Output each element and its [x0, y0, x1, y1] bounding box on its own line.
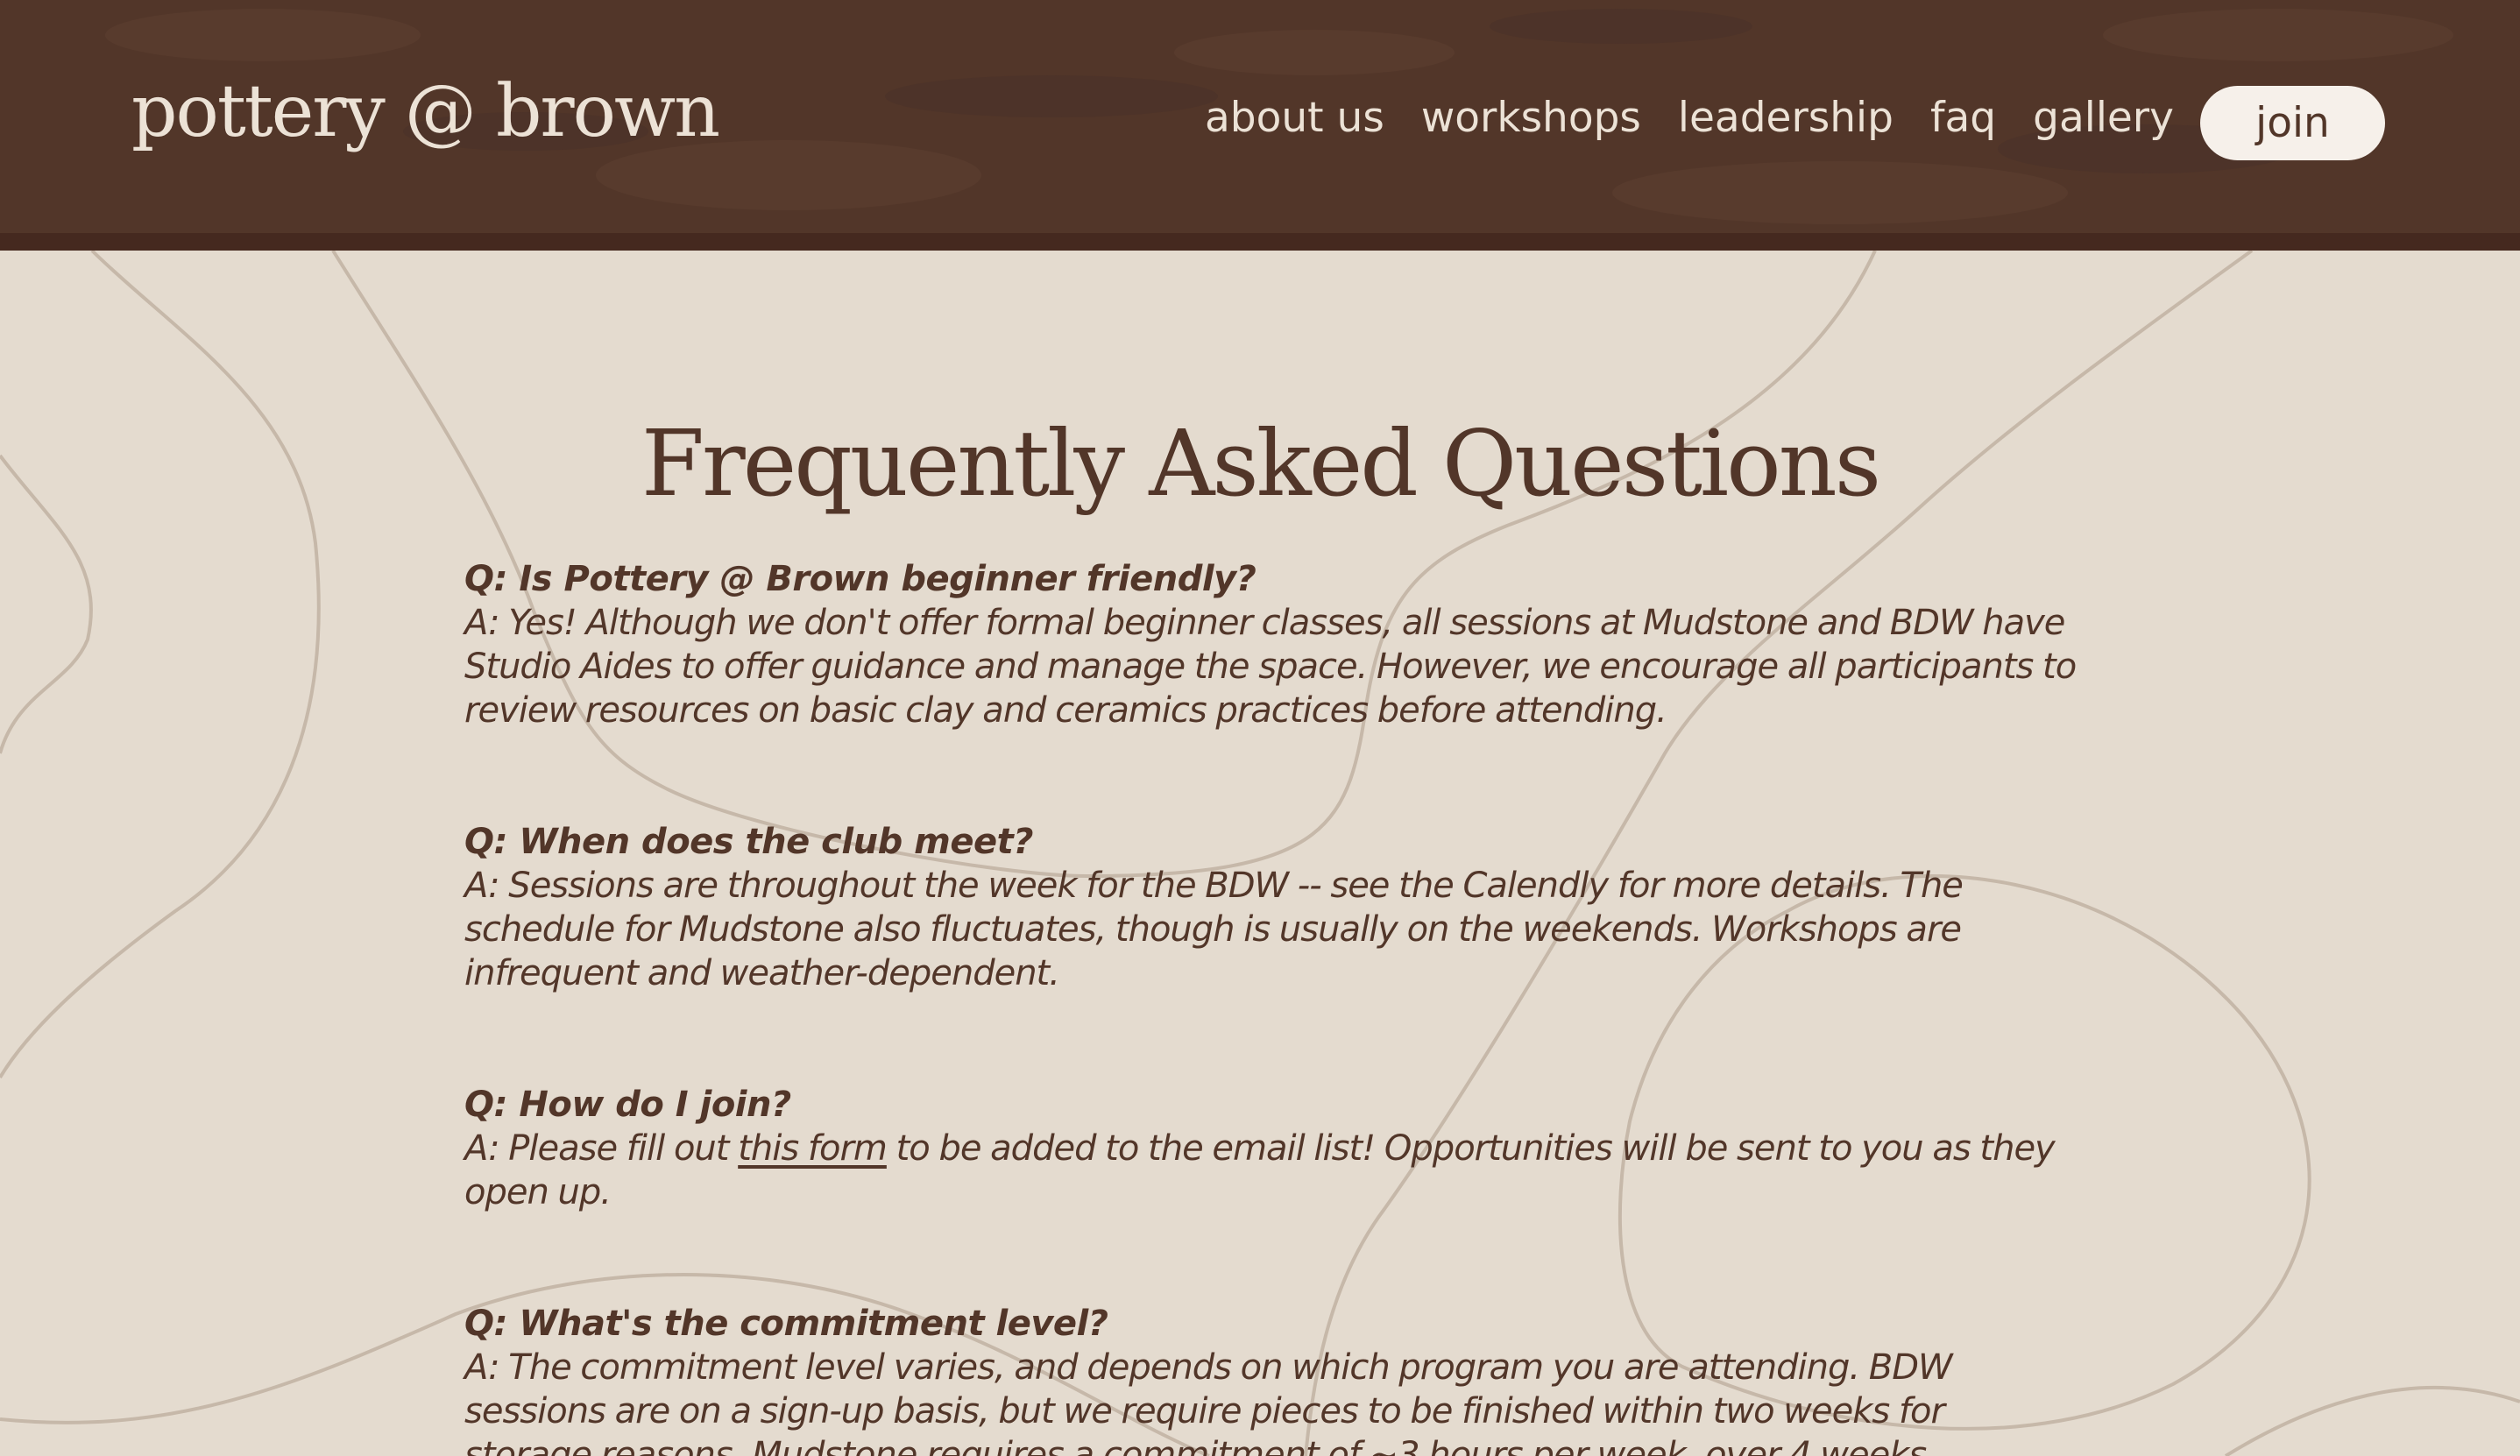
faq-question: Q: What's the commitment level? [464, 1304, 1108, 1344]
main-nav: about us workshops leadership faq galler… [1205, 94, 2174, 142]
nav-gallery[interactable]: gallery [2033, 94, 2174, 142]
faq-question: Q: How do I join? [464, 1085, 791, 1125]
join-button[interactable]: join [2200, 86, 2385, 160]
faq-question: Q: Is Pottery @ Brown beginner friendly? [464, 559, 1256, 599]
site-header: pottery @ brown about us workshops leade… [0, 0, 2520, 251]
page-title: Frequently Asked Questions [641, 410, 1881, 517]
site-logo[interactable]: pottery @ brown [131, 70, 720, 153]
faq-answer: A: The commitment level varies, and depe… [464, 1347, 1953, 1456]
faq-answer: A: Yes! Although we don't offer formal b… [464, 603, 2077, 731]
nav-workshops[interactable]: workshops [1421, 94, 1641, 142]
faq-item: Q: When does the club meet? A: Sessions … [464, 820, 2077, 995]
faq-item: Q: Is Pottery @ Brown beginner friendly?… [464, 557, 2077, 732]
nav-about-us[interactable]: about us [1205, 94, 1384, 142]
nav-faq[interactable]: faq [1930, 94, 1996, 142]
faq-answer: A: Please fill out this form to be added… [464, 1127, 2077, 1214]
faq-answer: A: Sessions are throughout the week for … [464, 866, 1964, 993]
nav-leadership[interactable]: leadership [1678, 94, 1894, 142]
faq-item: Q: How do I join? A: Please fill out thi… [464, 1083, 2077, 1214]
faq-answer-text: A: Please fill out [464, 1128, 739, 1169]
faq-question: Q: When does the club meet? [464, 822, 1033, 862]
faq-main: Frequently Asked Questions Q: Is Pottery… [0, 251, 2520, 1456]
signup-form-link[interactable]: this form [738, 1128, 888, 1169]
faq-item: Q: What's the commitment level? A: The c… [464, 1302, 2077, 1456]
